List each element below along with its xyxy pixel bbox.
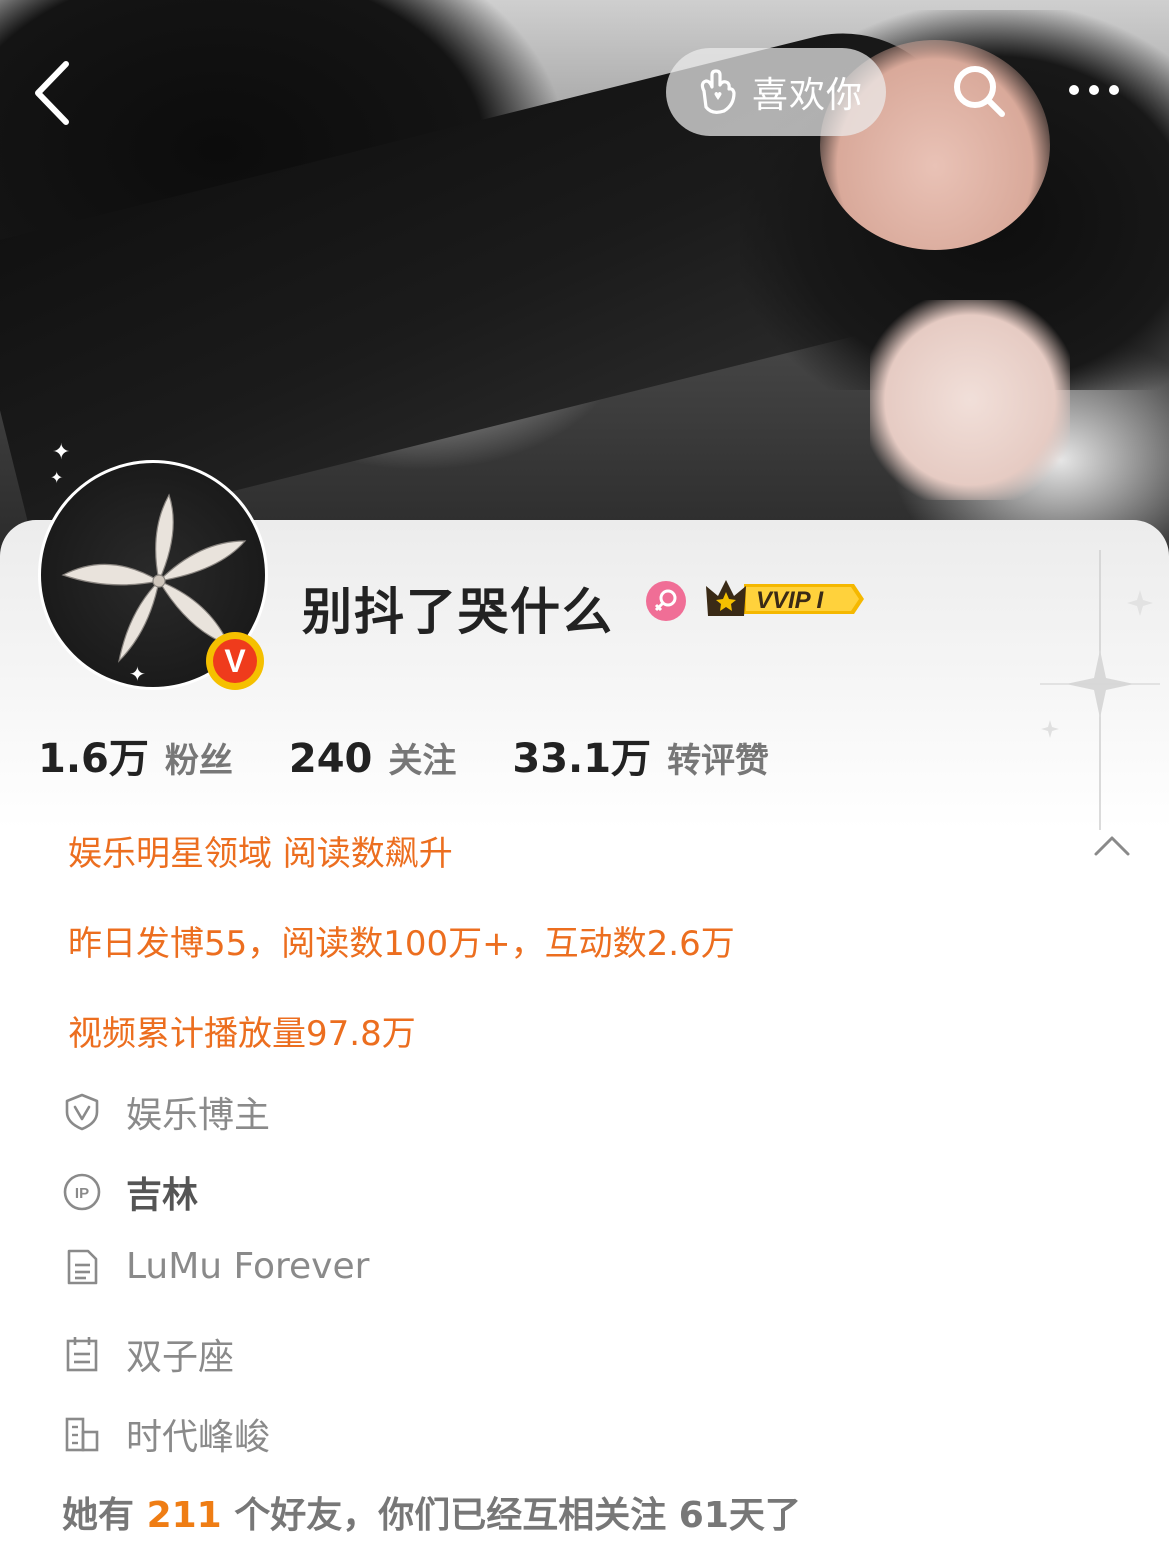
stats-row: 1.6万 粉丝 240 关注 33.1万 转评赞 (38, 726, 825, 784)
cover-face (870, 300, 1070, 500)
svg-text:IP: IP (75, 1185, 89, 1202)
friends-count: 211 (146, 1495, 222, 1536)
zodiac-text: 双子座 (126, 1337, 235, 1378)
highlight-video: 视频累计播放量97.8万 (68, 1014, 416, 1054)
stat-label: 粉丝 (164, 741, 233, 781)
stat-value: 240 (288, 736, 373, 782)
stat-following[interactable]: 240 关注 (289, 733, 457, 782)
stat-value: 1.6万 (38, 736, 149, 782)
friends-prefix: 她有 (62, 1495, 135, 1536)
ornament-icon (1040, 550, 1160, 830)
chevron-up-icon[interactable] (1092, 832, 1132, 860)
verification-text: 娱乐博主 (126, 1095, 271, 1136)
bio-text: LuMu Forever (126, 1246, 370, 1287)
detail-ip: IP 吉林 (62, 1166, 198, 1218)
verified-badge-label: V (213, 639, 257, 683)
detail-company: 时代峰峻 (62, 1408, 270, 1460)
stat-label: 转评赞 (667, 741, 770, 781)
gender-badge (646, 581, 686, 621)
detail-zodiac: 双子座 (62, 1328, 234, 1380)
mutual-friends[interactable]: 她有 211 个好友，你们已经互相关注 61天了 (62, 1486, 801, 1538)
profile-nickname: 别抖了哭什么 (302, 583, 614, 641)
shield-v-icon (65, 1093, 99, 1131)
search-button[interactable] (950, 62, 1008, 120)
company-text: 时代峰峻 (126, 1417, 271, 1458)
vvip-label: VVIP I (756, 587, 824, 614)
verified-badge: V (206, 632, 264, 690)
building-icon (65, 1417, 99, 1452)
detail-verification: 娱乐博主 (62, 1086, 270, 1138)
ip-icon: IP (63, 1173, 101, 1211)
friends-suffix: 个好友，你们已经互相关注 61天了 (234, 1495, 801, 1536)
chevron-left-icon (35, 61, 69, 125)
stat-followers[interactable]: 1.6万 粉丝 (38, 726, 233, 784)
like-button[interactable]: 喜欢你 (666, 48, 886, 136)
more-dots-icon (1069, 85, 1119, 95)
svg-text:✦: ✦ (129, 662, 146, 686)
female-icon (654, 589, 677, 612)
stat-value: 33.1万 (512, 736, 652, 782)
highlight-domain[interactable]: 娱乐明星领域 阅读数飙升 (68, 826, 453, 875)
calendar-icon (66, 1337, 98, 1372)
more-button[interactable] (1062, 70, 1126, 110)
hand-heart-icon (700, 69, 736, 114)
document-icon (67, 1249, 98, 1284)
stat-label: 关注 (388, 741, 457, 781)
sparkle-icon: ✦ (52, 440, 71, 465)
search-icon (954, 66, 1005, 117)
stat-interactions[interactable]: 33.1万 转评赞 (512, 726, 769, 784)
detail-bio: LuMu Forever (62, 1246, 369, 1287)
sparkle-icon: ✦ (50, 468, 64, 487)
highlight-yesterday: 昨日发博55，阅读数100万+，互动数2.6万 (68, 924, 735, 964)
ip-text: 吉林 (126, 1175, 199, 1216)
vvip-badge[interactable]: VVIP I (704, 576, 864, 622)
like-label: 喜欢你 (752, 75, 864, 116)
back-button[interactable] (30, 58, 80, 128)
